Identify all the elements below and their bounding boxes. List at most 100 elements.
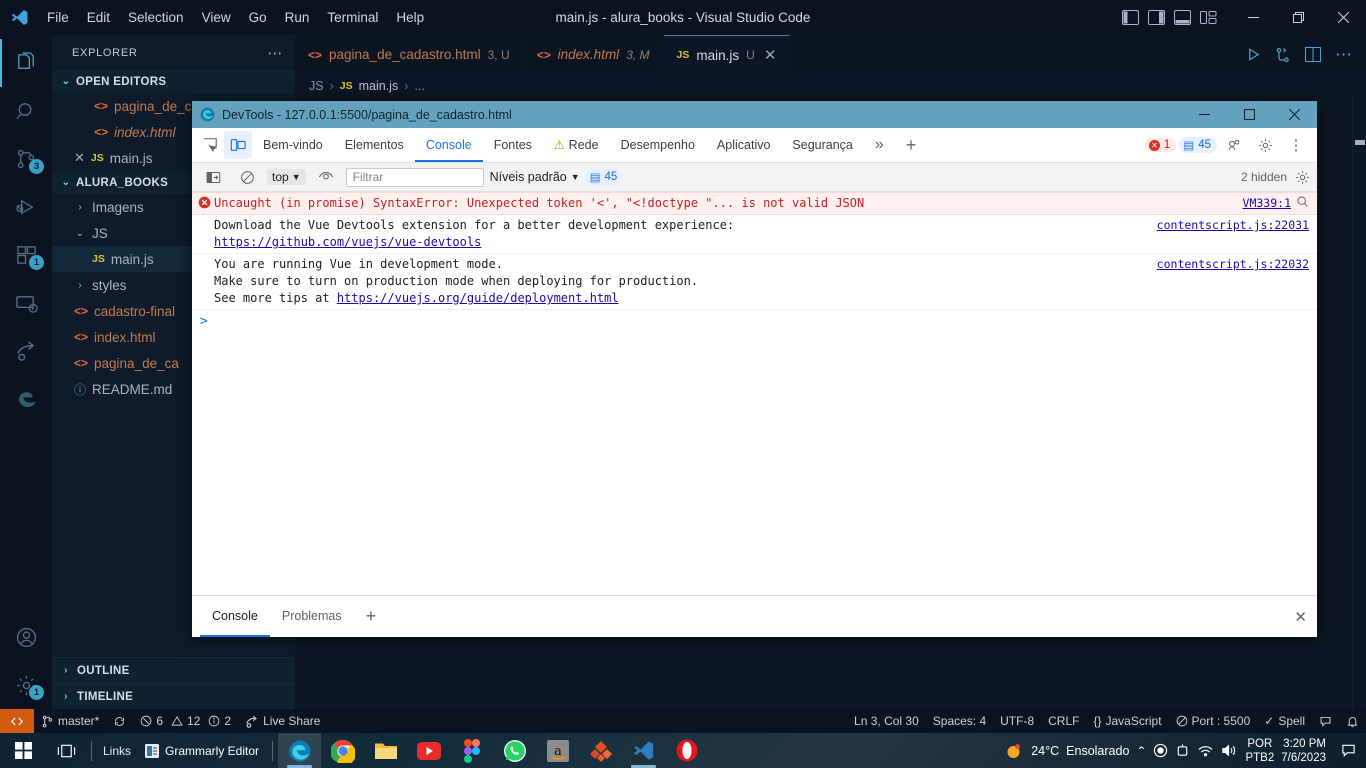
taskbar-weather-widget[interactable]: 24°C Ensolarado	[1004, 741, 1129, 761]
menu-terminal[interactable]: Terminal	[318, 0, 387, 35]
menu-selection[interactable]: Selection	[119, 0, 193, 35]
console-input-prompt[interactable]: >	[192, 310, 1317, 333]
breadcrumb-symbol[interactable]: ...	[414, 79, 424, 93]
vscode-close-button[interactable]	[1321, 0, 1366, 35]
console-filter-input[interactable]: Filtrar	[345, 167, 484, 187]
console-message-link[interactable]: https://github.com/vuejs/vue-devtools	[214, 235, 481, 249]
menu-run[interactable]: Run	[276, 0, 319, 35]
filter-message-count-badge[interactable]: ▤ 45	[585, 169, 624, 185]
devtools-customize-icon[interactable]	[1220, 131, 1248, 159]
live-expression-icon[interactable]	[312, 163, 340, 191]
drawer-tab-problemas[interactable]: Problemas	[270, 596, 354, 637]
devtools-tab-desempenho[interactable]: Desempenho	[610, 128, 706, 162]
vscode-maximize-button[interactable]	[1276, 0, 1321, 35]
status-eol[interactable]: CRLF	[1041, 709, 1086, 733]
activity-search[interactable]	[0, 87, 52, 135]
tab-main-js[interactable]: JS main.js U ✕	[663, 35, 791, 74]
taskbar-app-file-explorer[interactable]	[364, 733, 407, 768]
error-count-badge[interactable]: ✕ 1	[1144, 138, 1177, 152]
taskbar-clock[interactable]: 3:20 PM 7/6/2023	[1281, 737, 1329, 765]
scrollbar-thumb[interactable]	[1355, 140, 1365, 145]
console-message-info[interactable]: Download the Vue Devtools extension for …	[192, 215, 1317, 254]
timeline-section-header[interactable]: › TIMELINE	[52, 683, 295, 709]
console-message-link[interactable]: https://vuejs.org/guide/deployment.html	[337, 291, 619, 305]
status-language-mode[interactable]: {} JavaScript	[1086, 709, 1168, 733]
devtools-tab-console[interactable]: Console	[415, 128, 483, 162]
devtools-tab-bem-vindo[interactable]: Bem-vindo	[252, 128, 334, 162]
taskbar-app-chrome[interactable]	[321, 733, 364, 768]
taskbar-links-label[interactable]: Links	[97, 744, 137, 758]
toggle-panel-layout-icon[interactable]	[1122, 10, 1139, 25]
message-count-badge[interactable]: ▤ 45	[1179, 137, 1217, 153]
status-cursor-position[interactable]: Ln 3, Col 30	[847, 709, 926, 733]
wifi-icon[interactable]	[1197, 743, 1214, 758]
console-message-source-link[interactable]: VM339:1	[1233, 195, 1291, 212]
taskbar-app-edge[interactable]	[278, 733, 322, 768]
console-message-source-link[interactable]: contentscript.js:22032	[1147, 256, 1309, 273]
activity-extensions[interactable]: 1	[0, 231, 52, 279]
status-live-share[interactable]: Live Share	[238, 709, 327, 733]
menu-view[interactable]: View	[193, 0, 240, 35]
console-message-info[interactable]: You are running Vue in development mode.…	[192, 254, 1317, 310]
devtools-more-options-icon[interactable]: ⋮	[1282, 131, 1310, 159]
console-levels-selector[interactable]: Níveis padrão ▼	[490, 170, 580, 184]
tab-index-html[interactable]: <> index.html 3, M	[523, 35, 664, 74]
search-icon[interactable]	[1296, 195, 1309, 208]
drawer-close-icon[interactable]: ✕	[1294, 608, 1317, 626]
taskbar-app-whatsapp[interactable]	[493, 733, 536, 768]
activity-remote-explorer[interactable]	[0, 279, 52, 327]
explorer-more-actions-icon[interactable]: ⋯	[267, 44, 283, 62]
activity-explorer[interactable]	[0, 39, 52, 87]
clear-console-icon[interactable]	[233, 163, 261, 191]
status-problems[interactable]: 6 12 2	[133, 709, 238, 733]
outline-section-header[interactable]: › OUTLINE	[52, 657, 295, 683]
status-live-server-port[interactable]: Port : 5500	[1169, 709, 1258, 733]
status-spell-checker[interactable]: ✓ Spell	[1257, 709, 1312, 733]
console-message-source-link[interactable]: contentscript.js:22031	[1147, 217, 1309, 234]
status-encoding[interactable]: UTF-8	[993, 709, 1041, 733]
devtools-settings-gear-icon[interactable]	[1251, 131, 1279, 159]
devtools-tab-fontes[interactable]: Fontes	[483, 128, 543, 162]
taskbar-grammarly-item[interactable]: Grammarly Editor	[137, 743, 267, 758]
notification-center-icon[interactable]	[1336, 743, 1360, 758]
tab-pagina-de-cadastro-html[interactable]: <> pagina_de_cadastro.html 3, U	[295, 35, 524, 74]
run-icon[interactable]	[1246, 47, 1261, 62]
taskbar-app-adobe[interactable]	[579, 733, 622, 768]
more-actions-icon[interactable]: ⋯	[1335, 46, 1352, 63]
onedrive-or-record-icon[interactable]	[1153, 743, 1168, 758]
activity-live-share[interactable]	[0, 327, 52, 375]
activity-accounts[interactable]	[0, 613, 52, 661]
webcam-icon[interactable]	[1175, 743, 1190, 758]
taskbar-app-vscode[interactable]	[622, 733, 665, 768]
taskbar-app-amazon[interactable]: a	[536, 733, 579, 768]
devtools-maximize-button[interactable]	[1227, 101, 1272, 128]
console-message-list[interactable]: Uncaught (in promise) SyntaxError: Unexp…	[192, 192, 1317, 595]
devtools-tab-seguranca[interactable]: Segurança	[781, 128, 863, 162]
tab-close-icon[interactable]: ✕	[764, 46, 777, 64]
console-sidebar-toggle-icon[interactable]	[199, 163, 227, 191]
taskbar-app-opera[interactable]	[665, 733, 708, 768]
menu-edit[interactable]: Edit	[78, 0, 119, 35]
status-sync-icon[interactable]	[106, 709, 133, 733]
devtools-tab-elementos[interactable]: Elementos	[334, 128, 415, 162]
activity-run-debug[interactable]	[0, 183, 52, 231]
split-editor-icon[interactable]	[1305, 47, 1321, 62]
console-message-error[interactable]: Uncaught (in promise) SyntaxError: Unexp…	[192, 192, 1317, 215]
toggle-sidebar-layout-icon[interactable]	[1148, 10, 1165, 25]
menu-help[interactable]: Help	[387, 0, 433, 35]
add-tab-icon[interactable]: +	[895, 128, 928, 162]
activity-edge-tools[interactable]	[0, 375, 52, 423]
inspect-element-icon[interactable]	[196, 131, 224, 159]
volume-icon[interactable]	[1221, 743, 1238, 758]
drawer-add-tab-icon[interactable]: +	[354, 596, 389, 637]
vscode-minimize-button[interactable]	[1231, 0, 1276, 35]
breadcrumb-file[interactable]: main.js	[359, 79, 399, 93]
console-settings-gear-icon[interactable]	[1295, 170, 1310, 185]
status-remote-indicator[interactable]	[0, 709, 34, 733]
menu-file[interactable]: File	[38, 0, 78, 35]
status-feedback-icon[interactable]	[1312, 709, 1339, 733]
menu-go[interactable]: Go	[240, 0, 276, 35]
open-editors-section-header[interactable]: ⌄ OPEN EDITORS	[52, 70, 295, 93]
drawer-tab-console[interactable]: Console	[200, 596, 270, 637]
toggle-panel-bottom-icon[interactable]	[1174, 10, 1191, 25]
